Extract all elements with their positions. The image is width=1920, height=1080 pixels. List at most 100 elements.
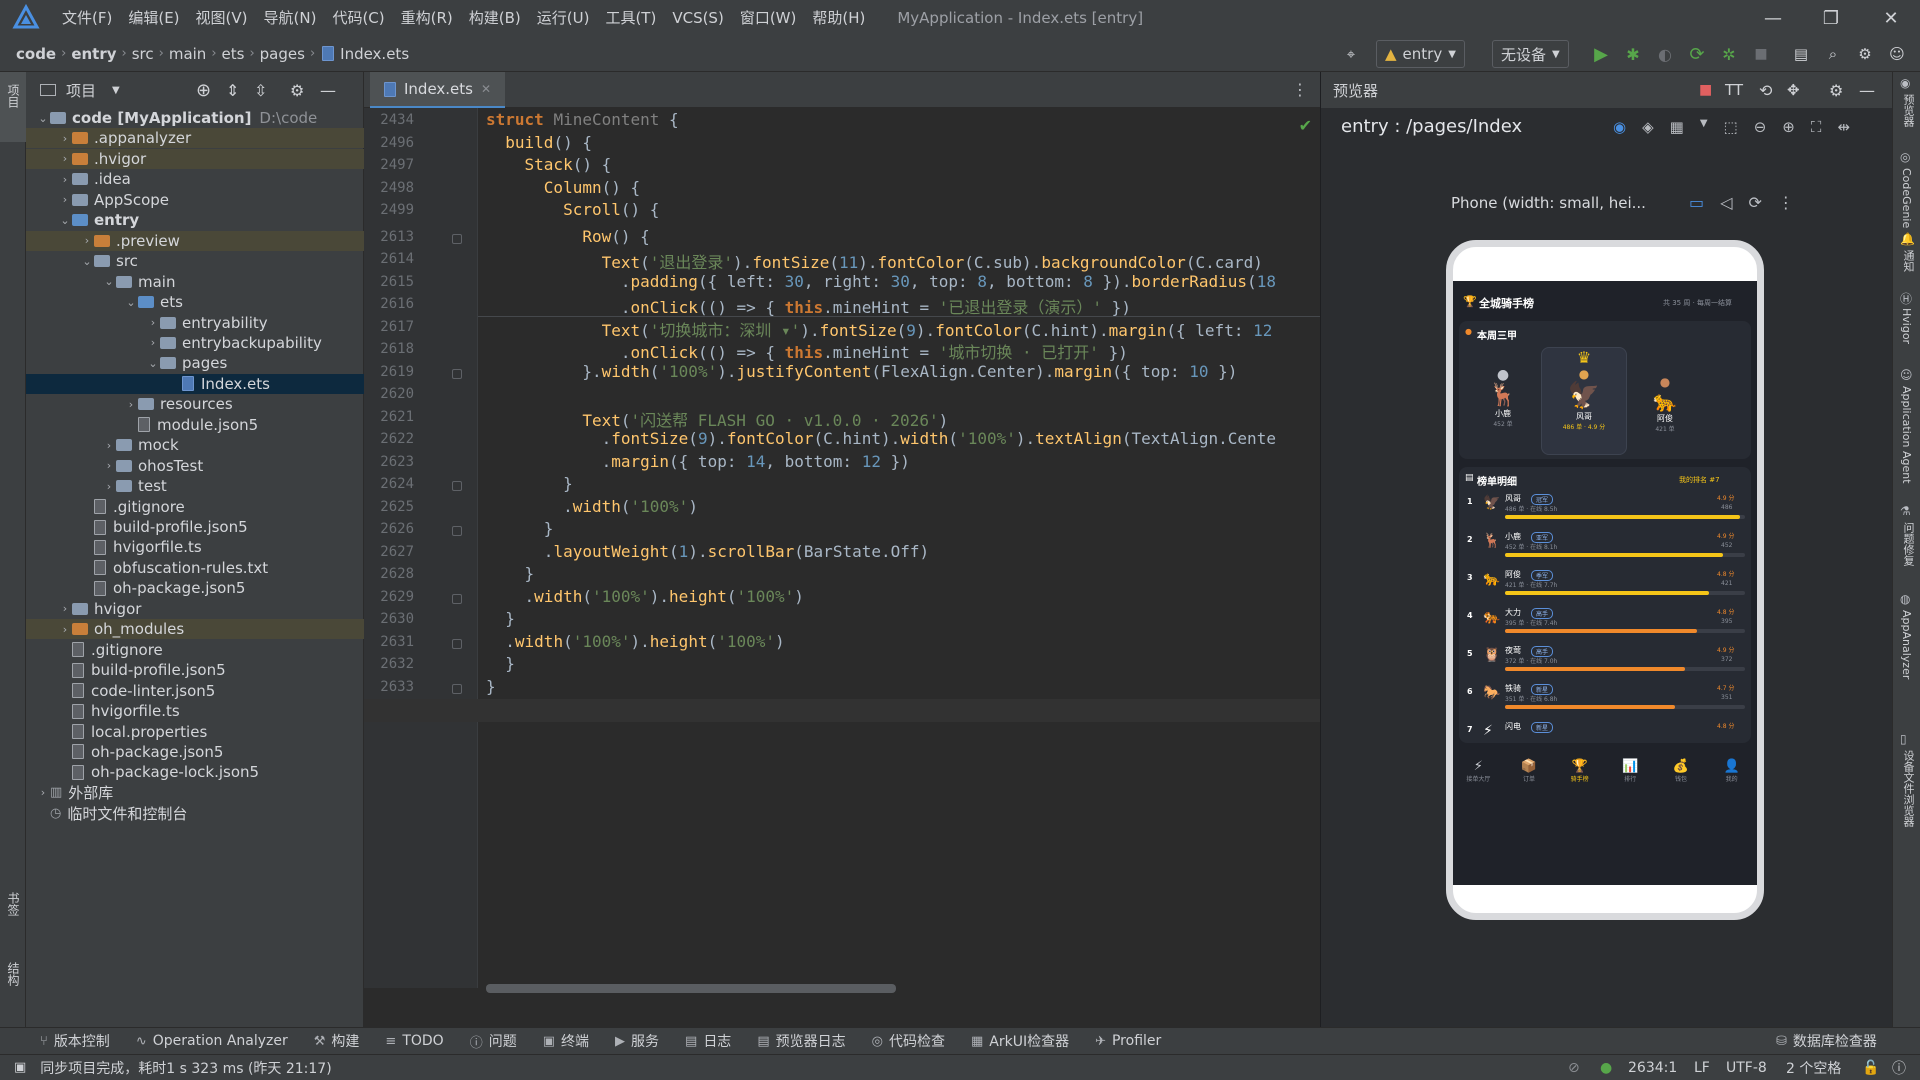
chevron-icon[interactable]: ⌄: [80, 255, 94, 268]
chevron-icon[interactable]: ›: [102, 439, 116, 452]
notifications-icon[interactable]: ⓘ: [1892, 1058, 1906, 1078]
bottom-tool-11[interactable]: ✈ Profiler: [1095, 1033, 1161, 1049]
tree-item[interactable]: .gitignore: [26, 640, 364, 660]
status-ok-icon[interactable]: ●: [1600, 1060, 1612, 1076]
tree-item[interactable]: module.json5: [26, 415, 364, 435]
breadcrumb-item[interactable]: code: [14, 45, 58, 63]
back-icon[interactable]: ◁: [1720, 193, 1732, 212]
tool-window-icon[interactable]: ◎: [1900, 150, 1910, 164]
menu-item[interactable]: 视图(V): [188, 0, 256, 36]
menu-item[interactable]: 工具(T): [597, 0, 664, 36]
tree-item[interactable]: ⌄ pages: [26, 353, 364, 373]
device-profile-label[interactable]: Phone (width: small, hei...: [1451, 194, 1646, 212]
no-problems-check-icon[interactable]: ✔: [1299, 116, 1312, 135]
chevron-icon[interactable]: ›: [102, 459, 116, 472]
tree-item[interactable]: › hvigor: [26, 599, 364, 619]
phone-nav-item[interactable]: 📦 订单: [1507, 759, 1551, 799]
chevron-icon[interactable]: ›: [58, 623, 72, 636]
menu-item[interactable]: 导航(N): [256, 0, 325, 36]
code-line[interactable]: .width('100%').height('100%'): [486, 587, 804, 606]
profile-icon[interactable]: ✲: [1716, 40, 1742, 68]
bottom-tool-0[interactable]: ⑂ 版本控制: [40, 1031, 110, 1051]
locate-icon[interactable]: ⊕: [196, 80, 211, 101]
account-icon[interactable]: ☺: [1884, 40, 1910, 68]
bottom-tool-10[interactable]: ▦ ArkUI检查器: [971, 1031, 1069, 1051]
tree-item[interactable]: hvigorfile.ts: [26, 701, 364, 721]
phone-nav-item[interactable]: 📊 排行: [1608, 759, 1652, 799]
chevron-down-icon[interactable]: ▼: [1700, 118, 1708, 136]
code-line[interactable]: .margin({ top: 14, bottom: 12 }): [486, 452, 910, 471]
close-window-button[interactable]: ✕: [1862, 0, 1920, 36]
tool-window-icon[interactable]: ▯: [1900, 732, 1907, 746]
tool-window-icon[interactable]: Ⓗ: [1900, 290, 1912, 307]
code-line[interactable]: }.width('100%').justifyContent(FlexAlign…: [486, 362, 1237, 381]
tab-index-ets[interactable]: Index.ets ✕: [370, 72, 506, 108]
stop-icon[interactable]: ■: [1748, 40, 1774, 68]
structure-tool-label[interactable]: 结构: [5, 962, 22, 986]
phone-screen[interactable]: 🏆 全城骑手榜 共 35 周 · 每周一结算 ● 本周三甲 ● 🦌 小鹿 452…: [1453, 281, 1757, 885]
code-line[interactable]: .fontSize(9).fontColor(C.hint).width('10…: [486, 429, 1276, 448]
refresh-icon[interactable]: ⟲: [1759, 81, 1772, 100]
search-icon[interactable]: ⌕: [1820, 40, 1846, 68]
menu-item[interactable]: 构建(B): [461, 0, 529, 36]
caret-position[interactable]: 2634:1: [1628, 1060, 1677, 1076]
code-line[interactable]: Text('切换城市：深圳 ▾').fontSize(9).fontColor(…: [486, 317, 1273, 341]
hide-panel-icon[interactable]: —: [320, 81, 336, 100]
zoom-out-icon[interactable]: ⊖: [1754, 118, 1767, 136]
collapse-all-icon[interactable]: ⇳: [254, 81, 267, 100]
menu-item[interactable]: 帮助(H): [804, 0, 873, 36]
crop-icon[interactable]: ⬚: [1724, 118, 1738, 136]
status-message[interactable]: 同步项目完成，耗时1 s 323 ms (昨天 21:17): [40, 1058, 331, 1078]
code-line[interactable]: Stack() {: [486, 155, 612, 174]
tool-window-label[interactable]: 通知: [1900, 250, 1916, 272]
tool-window-label[interactable]: 预览器: [1900, 94, 1916, 127]
chevron-icon[interactable]: ›: [124, 398, 138, 411]
attach-debugger-icon[interactable]: ◐: [1652, 40, 1678, 68]
breadcrumb-item[interactable]: main: [167, 45, 208, 63]
code-line[interactable]: }: [486, 609, 515, 628]
code-line[interactable]: .padding({ left: 30, right: 30, top: 8, …: [486, 272, 1276, 291]
breadcrumb-item[interactable]: src: [130, 45, 156, 63]
chevron-icon[interactable]: ›: [58, 173, 72, 186]
chevron-icon[interactable]: ⌄: [58, 214, 72, 227]
tool-window-icon[interactable]: ◍: [1900, 592, 1910, 606]
reload-icon[interactable]: ⟳: [1684, 40, 1710, 68]
menu-item[interactable]: 编辑(E): [120, 0, 187, 36]
code-line[interactable]: .onClick(() => { this.mineHint = '已退出登录（…: [486, 294, 1131, 318]
code-line[interactable]: build() {: [486, 133, 592, 152]
tree-item[interactable]: › AppScope: [26, 190, 364, 210]
horizontal-scrollbar[interactable]: [486, 984, 896, 993]
tree-item[interactable]: hvigorfile.ts: [26, 537, 364, 557]
target-icon[interactable]: ⌖: [1338, 40, 1364, 68]
project-tool-button[interactable]: 项目: [0, 72, 26, 142]
stop-preview-icon[interactable]: ■: [1699, 82, 1712, 98]
code-area[interactable]: struct MineContent { build() { Stack() {…: [364, 108, 1320, 988]
chevron-icon[interactable]: ›: [58, 193, 72, 206]
tree-item[interactable]: › .idea: [26, 169, 364, 189]
run-icon[interactable]: ▶: [1588, 40, 1614, 68]
close-tab-icon[interactable]: ✕: [481, 82, 491, 96]
podium-third[interactable]: ● 🐆 阿俊 421 单: [1635, 375, 1695, 455]
lock-icon[interactable]: 🔓: [1862, 1060, 1879, 1076]
file-encoding[interactable]: UTF-8: [1726, 1060, 1767, 1076]
code-line[interactable]: .width('100%').height('100%'): [486, 632, 784, 651]
code-line[interactable]: Column() {: [486, 178, 640, 197]
tool-window-label[interactable]: Application Agent: [1900, 386, 1913, 484]
bottom-tool-4[interactable]: ⓘ 问题: [470, 1031, 517, 1051]
chevron-icon[interactable]: ›: [80, 234, 94, 247]
menu-item[interactable]: 代码(C): [324, 0, 392, 36]
layers-icon[interactable]: ◈: [1642, 118, 1654, 136]
code-line[interactable]: Text('退出登录').fontSize(11).fontColor(C.su…: [486, 249, 1263, 273]
inspector-icon[interactable]: ✥: [1787, 81, 1800, 99]
debug-icon[interactable]: ✱: [1620, 40, 1646, 68]
ranking-row[interactable]: 5 🦉 夜莺 高手 372 单 · 在线 7.0h 4.9 分 372: [1459, 643, 1751, 679]
bottom-tool-6[interactable]: ▶ 服务: [615, 1031, 659, 1051]
tree-item[interactable]: ⌄ entry: [26, 210, 364, 230]
breadcrumb-item[interactable]: pages: [258, 45, 307, 63]
tree-item[interactable]: › ▥ 外部库: [26, 783, 364, 803]
ranking-row[interactable]: 1 🦅 风哥 冠军 486 单 · 在线 8.5h 4.9 分 486: [1459, 491, 1751, 527]
module-selector[interactable]: ▲ entry ▼: [1376, 40, 1465, 68]
database-inspector-tool[interactable]: ⛁ 数据库检查器: [1776, 1031, 1877, 1051]
code-line[interactable]: Text('闪送帮 FLASH GO · v1.0.0 · 2026'): [486, 407, 948, 431]
ranking-row[interactable]: 4 🐅 大力 高手 395 单 · 在线 7.4h 4.8 分 395: [1459, 605, 1751, 641]
